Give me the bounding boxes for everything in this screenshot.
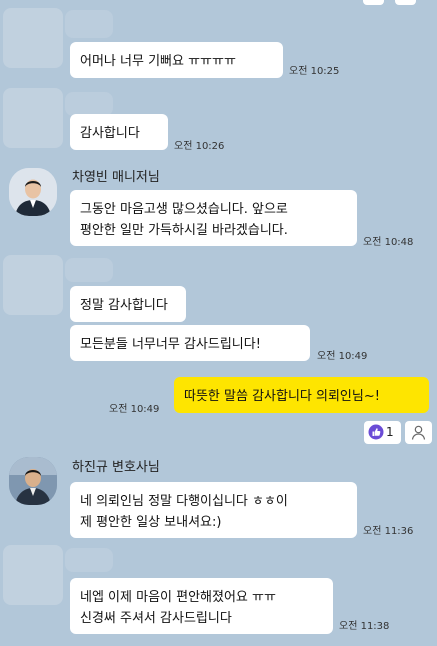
message-time: 오전 10:25 [289, 66, 340, 77]
message-time: 오전 11:36 [363, 526, 414, 537]
blurred-avatar [3, 88, 63, 148]
blurred-avatar [3, 255, 63, 315]
person-outline-icon [411, 425, 426, 440]
message-text: 평안한 일만 가득하시길 바라겠습니다. [80, 223, 288, 238]
sender-name: 차영빈 매니저님 [72, 170, 160, 185]
message-bubble[interactable]: 네엡 이제 마음이 편안해졌어요 ㅠㅠ 신경써 주셔서 감사드립니다 [70, 578, 333, 634]
message-time: 오전 11:38 [339, 621, 390, 632]
sender-name: 하진규 변호사님 [72, 460, 160, 475]
message-bubble[interactable]: 정말 감사합니다 [70, 286, 186, 322]
message-time: 오전 10:48 [363, 237, 414, 248]
top-control-left[interactable] [363, 0, 384, 5]
message-text: 어머나 너무 기뻐요 ㅠㅠㅠㅠ [80, 54, 236, 69]
my-message-bubble[interactable]: 따뜻한 말씀 감사합니다 의뢰인님~! [174, 377, 429, 413]
message-time: 오전 10:49 [109, 404, 160, 415]
message-time: 오전 10:26 [174, 141, 225, 152]
blurred-name [65, 92, 113, 116]
blurred-avatar [3, 545, 63, 605]
reaction-button[interactable]: 1 [364, 421, 401, 444]
blurred-avatar [3, 8, 63, 68]
message-time: 오전 10:49 [317, 351, 368, 362]
avatar-cha-youngbin[interactable] [9, 168, 57, 216]
message-bubble[interactable]: 모든분들 너무너무 감사드립니다! [70, 325, 310, 361]
message-text: 네 의뢰인님 정말 다행이십니다 ㅎㅎ이 [80, 494, 288, 509]
message-text: 정말 감사합니다 [80, 298, 168, 313]
reaction-count: 1 [386, 425, 394, 439]
message-text: 따뜻한 말씀 감사합니다 의뢰인님~! [184, 389, 380, 404]
blurred-name [65, 10, 113, 38]
message-bubble[interactable]: 네 의뢰인님 정말 다행이십니다 ㅎㅎ이 제 평안한 일상 보내셔요:) [70, 482, 357, 538]
add-reaction-button[interactable] [405, 421, 432, 444]
person-icon [9, 168, 57, 216]
top-control-right[interactable] [395, 0, 416, 5]
message-text: 감사합니다 [80, 126, 140, 141]
blurred-name [65, 258, 113, 282]
message-text: 제 평안한 일상 보내셔요:) [80, 515, 222, 530]
blurred-name [65, 548, 113, 572]
avatar-ha-jingyu[interactable] [9, 457, 57, 505]
message-text: 모든분들 너무너무 감사드립니다! [80, 337, 261, 352]
person-icon [9, 457, 57, 505]
message-text: 네엡 이제 마음이 편안해졌어요 ㅠㅠ [80, 590, 276, 605]
message-bubble[interactable]: 어머나 너무 기뻐요 ㅠㅠㅠㅠ [70, 42, 283, 78]
message-bubble[interactable]: 그동안 마음고생 많으셨습니다. 앞으로 평안한 일만 가득하시길 바라겠습니다… [70, 190, 357, 246]
message-text: 신경써 주셔서 감사드립니다 [80, 611, 232, 626]
message-bubble[interactable]: 감사합니다 [70, 114, 168, 150]
like-reaction-icon [368, 424, 384, 440]
message-text: 그동안 마음고생 많으셨습니다. 앞으로 [80, 202, 288, 217]
